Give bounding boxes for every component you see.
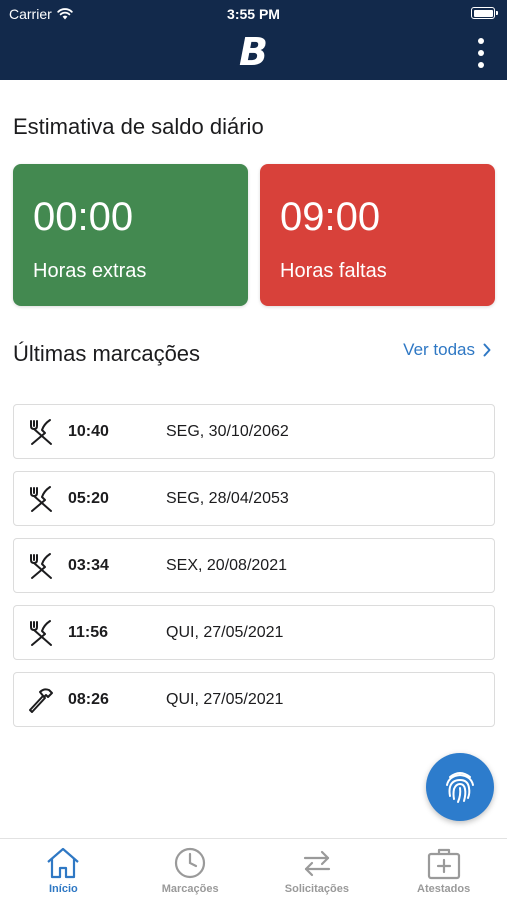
list-item[interactable]: 08:26 QUI, 27/05/2021: [13, 672, 495, 727]
marcacoes-list: 10:40 SEG, 30/10/2062 05:20 SEG, 28/04/2…: [13, 404, 495, 739]
app-logo: B: [239, 30, 268, 74]
marcacao-time: 10:40: [68, 422, 109, 440]
medical-kit-icon: [427, 848, 460, 880]
marcacao-date: SEG, 28/04/2053: [166, 489, 289, 507]
tab-label: Início: [49, 883, 78, 895]
battery-icon: [471, 7, 498, 19]
more-options-button[interactable]: [473, 36, 489, 70]
dot-icon: [478, 62, 484, 68]
list-item[interactable]: 11:56 QUI, 27/05/2021: [13, 605, 495, 660]
tab-label: Marcações: [161, 883, 219, 895]
see-all-link[interactable]: Ver todas: [403, 340, 491, 360]
see-all-label: Ver todas: [403, 340, 475, 359]
marcacao-date: QUI, 27/05/2021: [166, 623, 284, 641]
list-item[interactable]: 03:34 SEX, 20/08/2021: [13, 538, 495, 593]
marcacao-time: 03:34: [68, 556, 109, 574]
fork-knife-icon: [30, 552, 52, 579]
tab-label: Atestados: [417, 883, 471, 895]
tab-atestados[interactable]: Atestados: [380, 839, 507, 900]
fork-knife-icon: [30, 619, 52, 646]
list-item[interactable]: 05:20 SEG, 28/04/2053: [13, 471, 495, 526]
fork-knife-icon: [30, 485, 52, 512]
marcacao-time: 11:56: [68, 623, 109, 641]
chevron-right-icon: [483, 343, 491, 357]
tab-label: Solicitações: [284, 883, 349, 895]
marcacao-time: 05:20: [68, 489, 109, 507]
saldo-title: Estimativa de saldo diário: [13, 114, 264, 139]
list-item[interactable]: 10:40 SEG, 30/10/2062: [13, 404, 495, 459]
dot-icon: [478, 38, 484, 44]
horas-extras-label: Horas extras: [33, 260, 147, 282]
tab-solicitacoes[interactable]: Solicitações: [254, 839, 381, 900]
fork-knife-icon: [30, 418, 52, 445]
status-time: 3:55 PM: [227, 6, 280, 22]
dot-icon: [478, 50, 484, 56]
register-point-button[interactable]: [426, 753, 494, 821]
tab-bar: Início Marcações Solicitações Atestados: [0, 838, 507, 900]
top-bar: Carrier 3:55 PM B: [0, 0, 507, 80]
marcacao-date: SEX, 20/08/2021: [166, 556, 287, 574]
horas-extras-value: 00:00: [33, 195, 134, 239]
hammer-icon: [29, 687, 53, 713]
marcacoes-title: Últimas marcações: [13, 341, 201, 366]
clock-icon: [175, 847, 206, 879]
home-icon: [47, 847, 80, 879]
marcacao-date: SEG, 30/10/2062: [166, 422, 289, 440]
horas-faltas-card: 09:00 Horas faltas: [260, 164, 495, 306]
marcacao-date: QUI, 27/05/2021: [166, 690, 284, 708]
horas-faltas-label: Horas faltas: [280, 260, 387, 282]
fingerprint-icon: [446, 772, 474, 803]
status-bar: Carrier 3:55 PM: [0, 0, 507, 28]
tab-marcacoes[interactable]: Marcações: [127, 839, 254, 900]
tab-inicio[interactable]: Início: [0, 839, 127, 900]
horas-extras-card: 00:00 Horas extras: [13, 164, 248, 306]
swap-arrows-icon: [303, 850, 330, 877]
marcacao-time: 08:26: [68, 690, 109, 708]
horas-faltas-value: 09:00: [280, 195, 381, 239]
